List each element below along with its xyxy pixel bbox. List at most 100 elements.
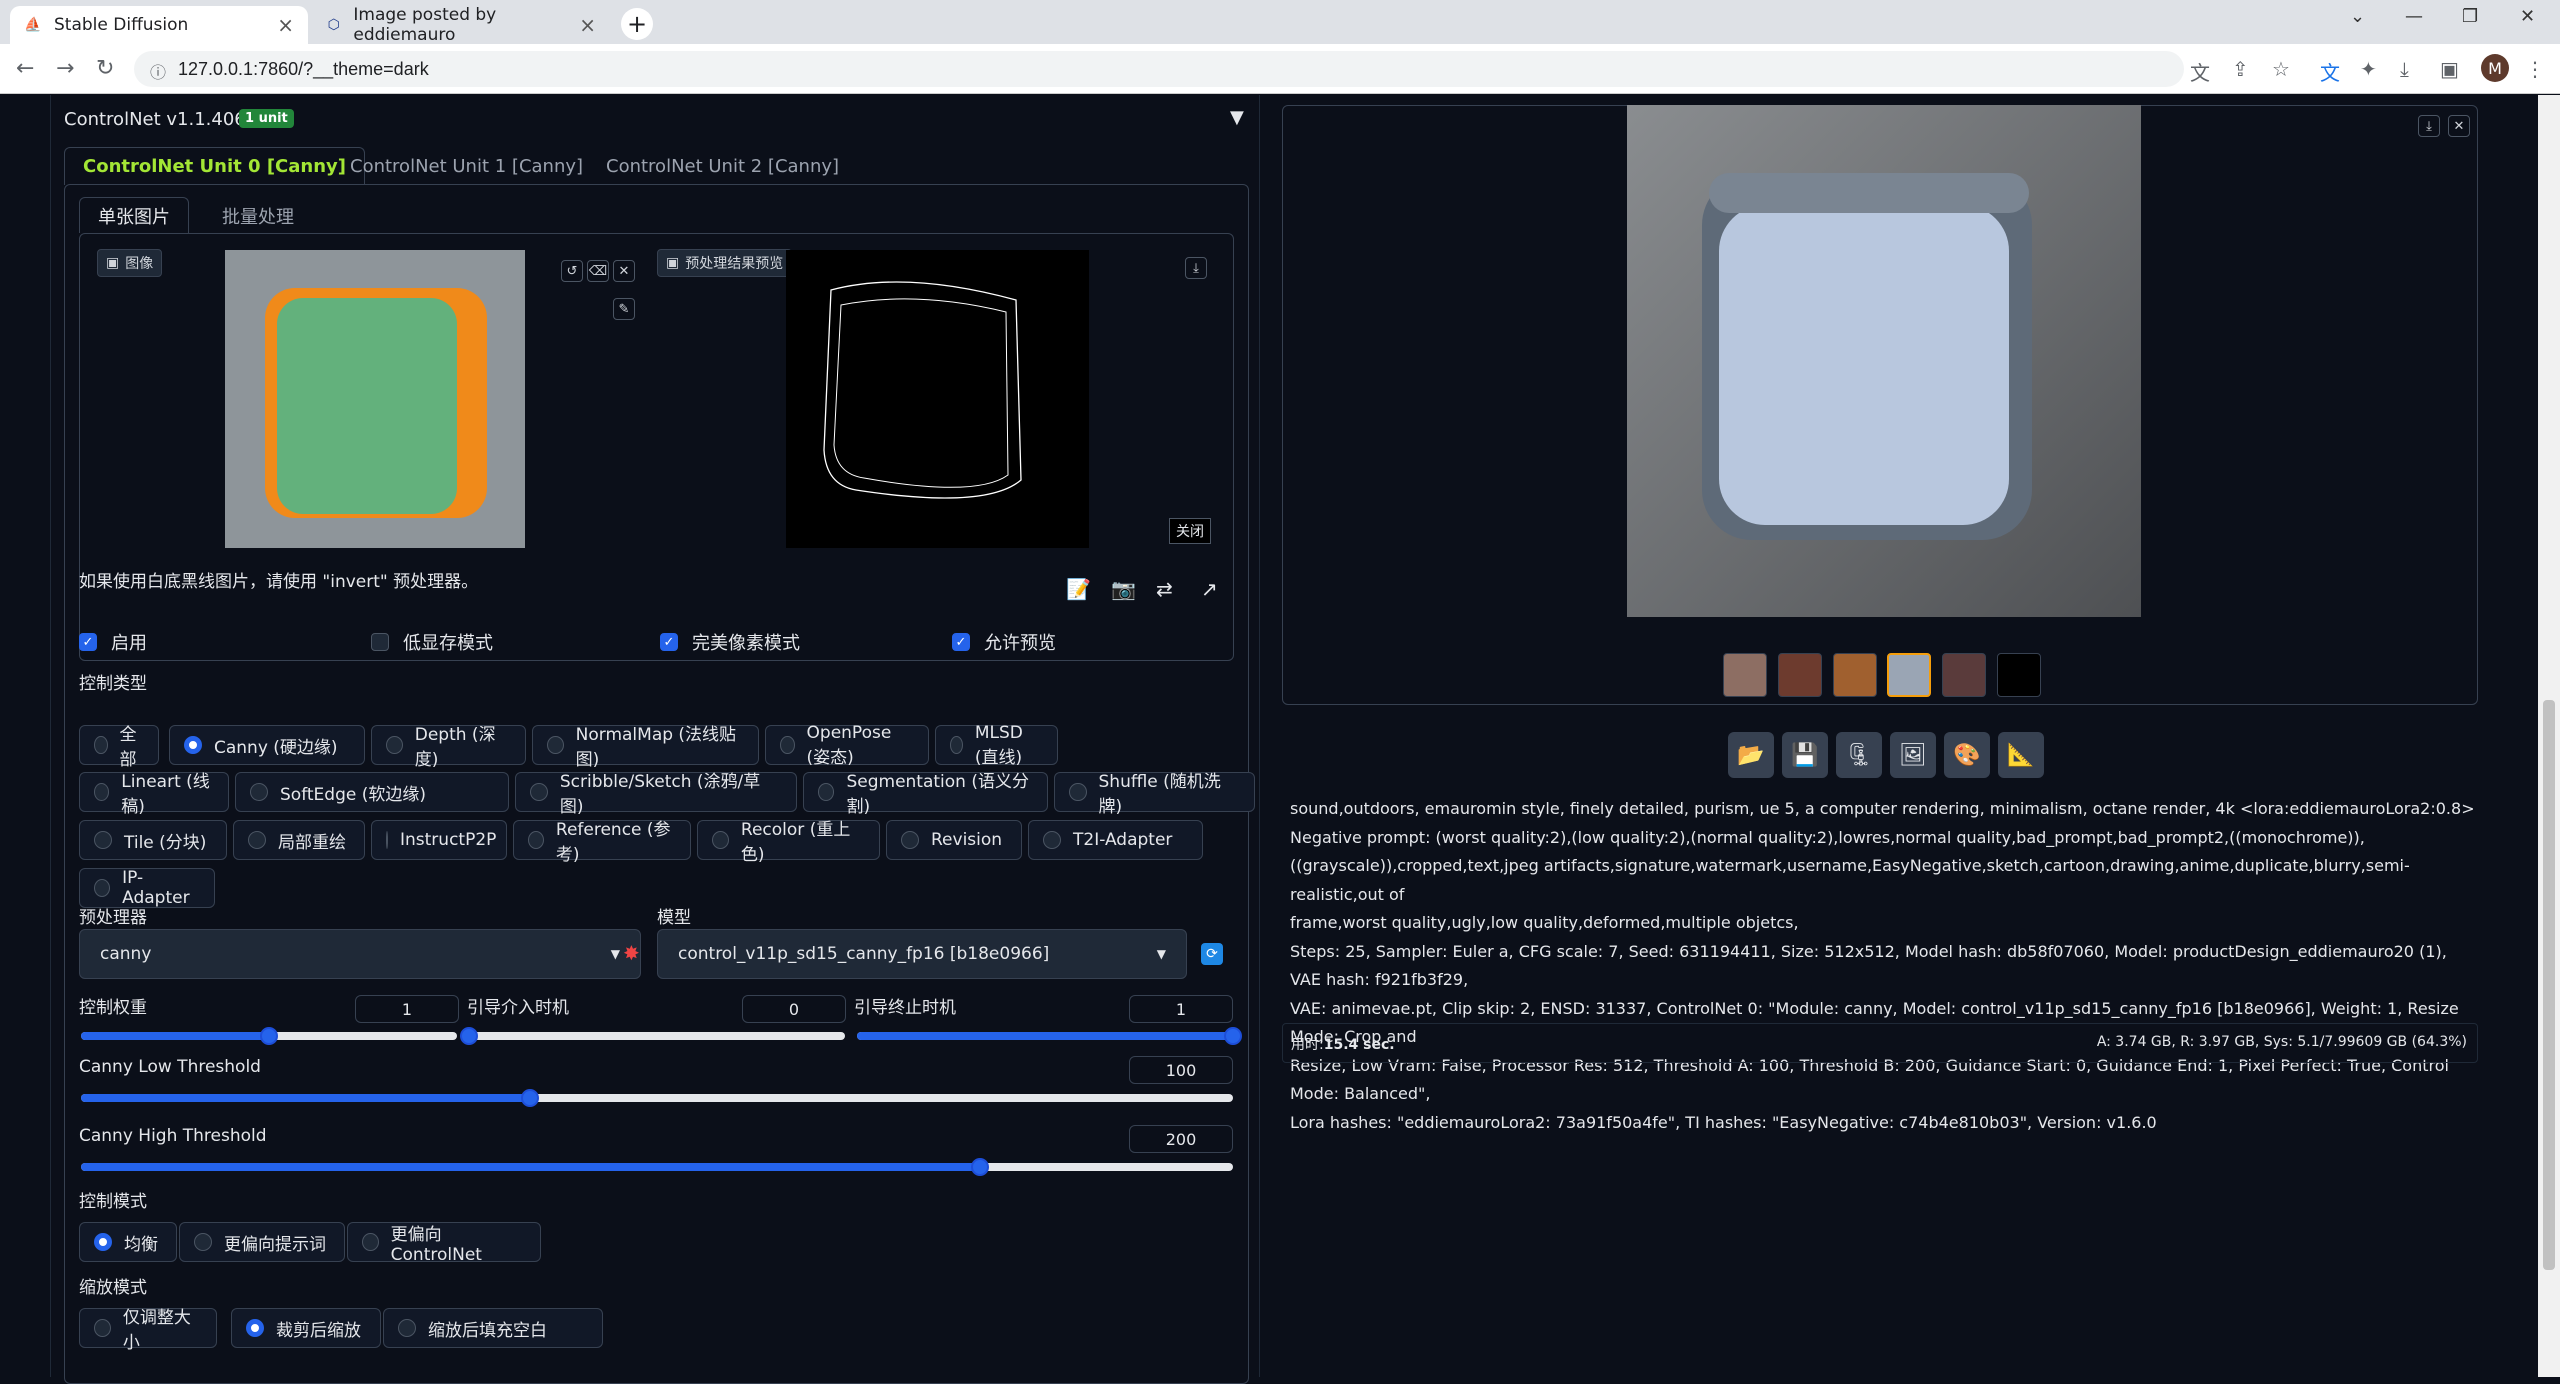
- browser-tab-civitai[interactable]: ⬡ Image posted by eddiemauro ×: [312, 5, 610, 45]
- eraser-icon[interactable]: ⌫: [587, 260, 609, 282]
- slider-knob[interactable]: [1224, 1027, 1242, 1045]
- site-info-icon[interactable]: ⓘ: [150, 59, 166, 83]
- clear-icon[interactable]: ✕: [613, 260, 635, 282]
- control-type-option[interactable]: 局部重绘: [233, 820, 365, 860]
- control-type-option[interactable]: Scribble/Sketch (涂鸦/草图): [515, 772, 797, 817]
- control-type-option[interactable]: MLSD (直线): [935, 723, 1058, 768]
- resizes-option[interactable]: 缩放后填充空白: [383, 1308, 603, 1348]
- zip-icon[interactable]: 🗜: [1836, 732, 1882, 778]
- share-icon[interactable]: ⇪: [2232, 57, 2249, 81]
- gallery-thumbnail[interactable]: [1833, 653, 1877, 697]
- close-window-icon[interactable]: ✕: [2520, 6, 2535, 27]
- control-type-option[interactable]: Reference (参考): [513, 820, 691, 865]
- control-type-option[interactable]: SoftEdge (软边缘): [235, 772, 509, 812]
- control-type-option[interactable]: InstructP2P: [371, 820, 507, 860]
- gallery-thumbnail-selected[interactable]: [1887, 653, 1931, 697]
- control-type-option[interactable]: Depth (深度): [371, 725, 526, 770]
- canny-low-input[interactable]: 100: [1129, 1056, 1233, 1084]
- canny-low-slider[interactable]: [81, 1089, 1233, 1107]
- canny-high-input[interactable]: 200: [1129, 1125, 1233, 1153]
- guidance-end-slider[interactable]: [857, 1027, 1242, 1045]
- gallery-thumbnail[interactable]: [1942, 653, 1986, 697]
- weight-input[interactable]: 1: [355, 995, 459, 1023]
- send-to-inpaint-icon[interactable]: 🎨: [1944, 732, 1990, 778]
- gallery-thumbnail[interactable]: [1723, 653, 1767, 697]
- close-tab-icon[interactable]: ×: [579, 13, 596, 37]
- resizes-option[interactable]: 裁剪后缩放: [231, 1308, 381, 1348]
- control-type-option[interactable]: Shuffle (随机洗牌): [1054, 772, 1255, 817]
- webcam-icon[interactable]: 📷: [1111, 577, 1136, 601]
- collapse-triangle-icon[interactable]: ▼: [1230, 107, 1244, 128]
- undo-icon[interactable]: ↺: [561, 260, 583, 282]
- send-dimensions-icon[interactable]: ↗: [1201, 577, 1218, 601]
- minimize-icon[interactable]: —: [2405, 6, 2423, 27]
- bookmark-star-icon[interactable]: ☆: [2272, 57, 2290, 81]
- preprocessor-dropdown[interactable]: canny ▼: [79, 929, 641, 979]
- new-tab-button[interactable]: +: [621, 8, 653, 40]
- side-panel-icon[interactable]: ▣: [2440, 57, 2459, 81]
- guidance-start-input[interactable]: 0: [742, 995, 846, 1023]
- refresh-models-icon[interactable]: ⟳: [1201, 943, 1223, 965]
- modes-option[interactable]: 更偏向提示词: [179, 1222, 345, 1262]
- send-to-extras-icon[interactable]: 📐: [1998, 732, 2044, 778]
- forward-icon[interactable]: →: [56, 56, 74, 81]
- control-type-option[interactable]: Segmentation (语义分割): [803, 772, 1048, 817]
- download-preview-icon[interactable]: ⤓: [1185, 257, 1207, 279]
- control-type-option[interactable]: OpenPose (姿态): [765, 723, 929, 768]
- reload-icon[interactable]: ↻: [96, 56, 114, 81]
- download-icon[interactable]: ⤓: [2400, 57, 2409, 81]
- allow-preview-checkbox[interactable]: ✓ 允许预览: [952, 629, 1056, 655]
- new-canvas-icon[interactable]: 📝: [1066, 577, 1091, 601]
- guidance-end-input[interactable]: 1: [1129, 995, 1233, 1023]
- close-gallery-icon[interactable]: ✕: [2448, 115, 2470, 137]
- control-type-option[interactable]: IP-Adapter: [79, 868, 215, 908]
- close-preview-button[interactable]: 关闭: [1169, 518, 1211, 544]
- page-scrollbar[interactable]: [2538, 95, 2560, 1377]
- translate-extension-icon[interactable]: 文: [2320, 57, 2340, 86]
- scrollbar-thumb[interactable]: [2543, 700, 2555, 1270]
- slider-knob[interactable]: [460, 1027, 478, 1045]
- avatar[interactable]: M: [2481, 54, 2509, 82]
- resizes-option[interactable]: 仅调整大小: [79, 1308, 217, 1353]
- menu-icon[interactable]: ⋮: [2525, 57, 2545, 81]
- tab-single-image[interactable]: 单张图片: [79, 197, 189, 233]
- back-icon[interactable]: ←: [16, 56, 34, 81]
- output-image[interactable]: [1627, 105, 2141, 617]
- download-icon[interactable]: ⤓: [2418, 115, 2440, 137]
- extensions-icon[interactable]: ✦: [2360, 57, 2377, 81]
- tab-unit-0[interactable]: ControlNet Unit 0 [Canny]: [64, 147, 365, 185]
- mirror-swap-icon[interactable]: ⇄: [1156, 577, 1173, 601]
- slider-knob[interactable]: [970, 1158, 989, 1176]
- input-image[interactable]: [225, 250, 525, 548]
- save-icon[interactable]: 💾: [1782, 732, 1828, 778]
- pixel-perfect-checkbox[interactable]: ✓ 完美像素模式: [660, 629, 800, 655]
- close-tab-icon[interactable]: ×: [277, 13, 294, 37]
- address-bar[interactable]: ⓘ 127.0.0.1:7860/?__theme=dark: [134, 51, 2184, 87]
- run-preprocessor-icon[interactable]: ✸: [623, 941, 640, 965]
- restore-icon[interactable]: ❐: [2462, 6, 2478, 27]
- model-dropdown[interactable]: control_v11p_sd15_canny_fp16 [b18e0966] ▼: [657, 929, 1187, 979]
- control-type-option[interactable]: Recolor (重上色): [697, 820, 880, 865]
- canny-high-slider[interactable]: [81, 1158, 1233, 1176]
- brush-icon[interactable]: ✎: [613, 298, 635, 320]
- modes-option[interactable]: 更偏向 ControlNet: [347, 1222, 541, 1265]
- send-to-img2img-icon[interactable]: 🖼: [1890, 732, 1936, 778]
- low-vram-checkbox[interactable]: 低显存模式: [371, 629, 493, 655]
- translate-icon[interactable]: 文: [2190, 57, 2210, 86]
- tab-search-icon[interactable]: ⌄: [2350, 6, 2365, 27]
- control-type-option[interactable]: Lineart (线稿): [79, 772, 229, 817]
- control-type-option[interactable]: 全部: [79, 725, 159, 770]
- guidance-start-slider[interactable]: [460, 1027, 845, 1045]
- control-type-option[interactable]: T2I-Adapter: [1028, 820, 1203, 860]
- tab-unit-2[interactable]: ControlNet Unit 2 [Canny]: [587, 147, 858, 185]
- tab-batch[interactable]: 批量处理: [203, 197, 313, 233]
- enable-checkbox[interactable]: ✓ 启用: [79, 629, 147, 655]
- control-type-option[interactable]: NormalMap (法线贴图): [532, 725, 759, 770]
- gallery-thumbnail[interactable]: [1778, 653, 1822, 697]
- modes-option[interactable]: 均衡: [79, 1222, 177, 1262]
- weight-slider[interactable]: [81, 1027, 457, 1045]
- control-type-option[interactable]: Canny (硬边缘): [169, 725, 365, 765]
- open-folder-icon[interactable]: 📂: [1728, 732, 1774, 778]
- slider-knob[interactable]: [260, 1027, 278, 1045]
- control-type-option[interactable]: Revision: [886, 820, 1022, 860]
